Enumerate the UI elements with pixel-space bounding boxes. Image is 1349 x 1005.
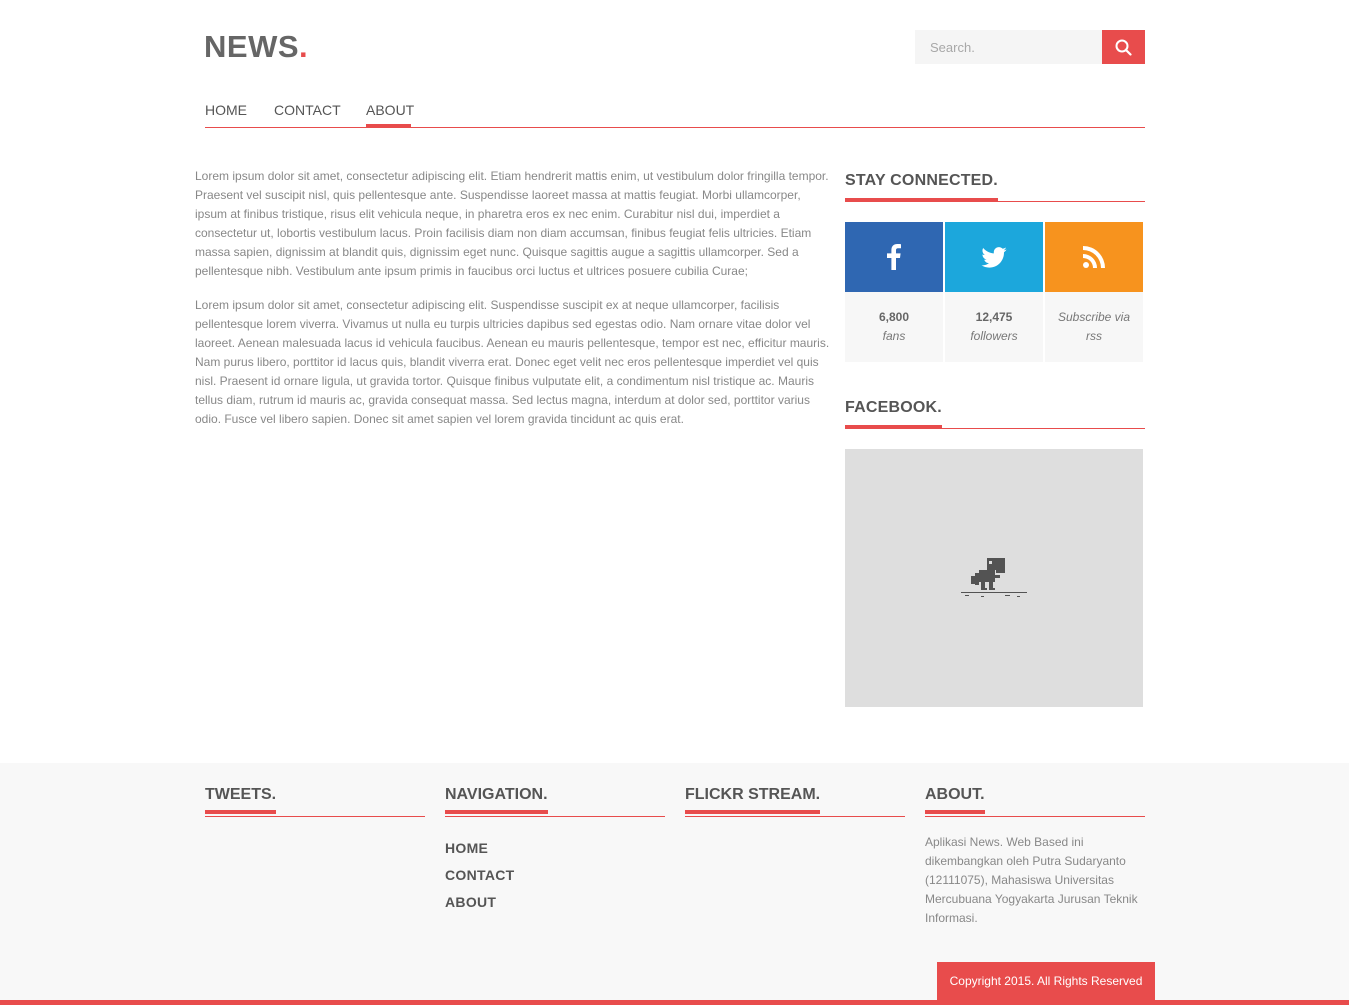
dinosaur-icon: [961, 558, 1027, 597]
twitter-count: 12,475: [975, 310, 1013, 324]
rss-counter: Subscribe via rss: [1045, 222, 1143, 362]
facebook-button[interactable]: [845, 222, 943, 292]
footer-tweets: TWEETS.: [205, 786, 425, 817]
footer-nav-contact[interactable]: CONTACT: [445, 862, 665, 889]
twitter-icon: [981, 246, 1007, 268]
facebook-heading: FACEBOOK.: [845, 399, 1145, 429]
rss-icon: [1083, 246, 1105, 268]
article-paragraph: Lorem ipsum dolor sit amet, consectetur …: [195, 298, 830, 426]
rss-button[interactable]: [1045, 222, 1143, 292]
footer-navigation: NAVIGATION. HOME CONTACT ABOUT: [445, 786, 665, 916]
tweets-title: TWEETS.: [205, 786, 277, 814]
facebook-counter: 6,800 fans: [845, 222, 943, 362]
footer-nav-home[interactable]: HOME: [445, 835, 665, 862]
footer-bottom-bar: [0, 1000, 1349, 1005]
twitter-counter: 12,475 followers: [945, 222, 1043, 362]
navigation-title: NAVIGATION.: [445, 786, 548, 814]
rss-subscribe-text[interactable]: Subscribe via rss: [1045, 308, 1143, 346]
facebook-unit: fans: [882, 329, 906, 343]
main-nav: HOME CONTACT ABOUT: [205, 101, 1145, 128]
footer-about: ABOUT. Aplikasi News. Web Based ini dike…: [925, 786, 1145, 928]
about-text: Aplikasi News. Web Based ini dikembangka…: [925, 835, 1138, 925]
search-input[interactable]: [915, 30, 1102, 64]
twitter-stat: 12,475 followers: [945, 292, 1043, 362]
flickr-title: FLICKR STREAM.: [685, 786, 821, 814]
nav-item-home[interactable]: HOME: [205, 101, 247, 119]
stay-connected-heading: STAY CONNECTED.: [845, 172, 1145, 202]
social-counters: 6,800 fans 12,475 followers Subscribe vi…: [845, 222, 1145, 362]
search-icon: [1115, 39, 1132, 56]
facebook-stat: 6,800 fans: [845, 292, 943, 362]
nav-active-indicator: [366, 124, 411, 127]
site-logo[interactable]: NEWS.: [204, 30, 308, 64]
about-title: ABOUT.: [925, 786, 985, 814]
article-paragraph: Lorem ipsum dolor sit amet, consectetur …: [195, 169, 829, 278]
logo-dot: .: [299, 29, 309, 64]
search-button[interactable]: [1102, 30, 1145, 64]
search-form: [915, 30, 1145, 64]
nav-item-about[interactable]: ABOUT: [366, 101, 414, 119]
copyright-badge: Copyright 2015. All Rights Reserved: [937, 962, 1155, 1000]
facebook-icon: [887, 244, 901, 270]
article-content: Lorem ipsum dolor sit amet, consectetur …: [195, 167, 833, 444]
stay-connected-title: STAY CONNECTED.: [845, 172, 998, 202]
twitter-unit: followers: [970, 329, 1018, 343]
footer-nav-about[interactable]: ABOUT: [445, 889, 665, 916]
facebook-title: FACEBOOK.: [845, 399, 942, 429]
logo-text: NEWS: [204, 29, 299, 64]
nav-item-contact[interactable]: CONTACT: [274, 101, 341, 119]
facebook-widget-placeholder: [845, 449, 1143, 707]
rss-stat[interactable]: Subscribe via rss: [1045, 292, 1143, 362]
twitter-button[interactable]: [945, 222, 1043, 292]
facebook-count: 6,800: [878, 310, 910, 324]
footer-flickr: FLICKR STREAM.: [685, 786, 905, 817]
